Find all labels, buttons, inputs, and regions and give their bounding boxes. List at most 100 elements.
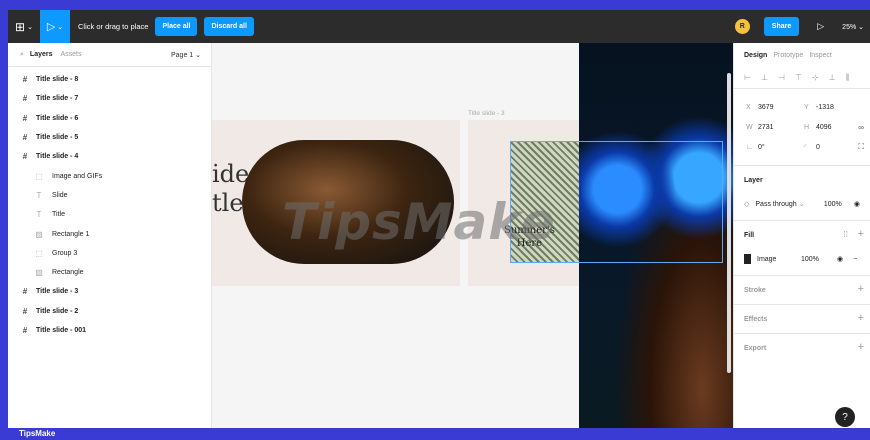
design-panel: Design Prototype Inspect ⊢ ⊥ ⊣ ⊤ ⊹ ⊥ ⫼ X… bbox=[733, 43, 870, 428]
layer-item-label: Title bbox=[52, 211, 65, 219]
layer-item[interactable]: ⬚ Group 3 bbox=[8, 244, 211, 263]
text-icon: T bbox=[36, 190, 42, 200]
image-icon: ▨ bbox=[35, 268, 43, 278]
fill-styles-icon[interactable]: ⁞⁞ bbox=[844, 230, 848, 239]
xy-row: X 3679 Y -1318 bbox=[734, 97, 870, 117]
layer-item-label: Title slide - 7 bbox=[36, 95, 79, 103]
tab-assets[interactable]: Assets bbox=[61, 51, 82, 58]
watermark: TipsMake bbox=[282, 193, 556, 251]
help-button[interactable]: ? bbox=[835, 407, 855, 427]
y-field[interactable]: -1318 bbox=[816, 104, 862, 111]
layer-item[interactable]: # Title slide - 8 bbox=[8, 70, 211, 89]
layer-item-label: Title slide - 8 bbox=[36, 76, 79, 84]
layer-item[interactable]: # Title slide - 2 bbox=[8, 302, 211, 321]
tab-prototype[interactable]: Prototype bbox=[773, 52, 803, 59]
fill-section: Fill ⁞⁞ + Image 100% ◉ − bbox=[734, 220, 870, 275]
align-top-icon[interactable]: ⊤ bbox=[795, 73, 802, 82]
rotation-icon: ∟ bbox=[746, 143, 753, 151]
frame-icon: # bbox=[22, 152, 28, 162]
rotation-row: ∟ 0° ◜ 0 ⛶ bbox=[734, 137, 870, 157]
move-tool-icon[interactable]: ▷ ⌄ bbox=[40, 10, 70, 43]
image-fill-swatch[interactable] bbox=[744, 254, 751, 264]
constrain-proportions-icon[interactable]: ∞ bbox=[858, 123, 864, 132]
fill-opacity-field[interactable]: 100% bbox=[801, 256, 837, 263]
footer-bar: TipsMake bbox=[0, 428, 870, 440]
place-all-button[interactable]: Place all bbox=[155, 17, 198, 36]
main-menu-icon[interactable]: ⊞ ⌄ bbox=[8, 10, 40, 43]
layer-item[interactable]: # Title slide - 7 bbox=[8, 89, 211, 108]
alignment-tools: ⊢ ⊥ ⊣ ⊤ ⊹ ⊥ ⫼ bbox=[734, 67, 870, 89]
figma-window: ⊞ ⌄ ▷ ⌄ Click or drag to place Place all D… bbox=[8, 10, 870, 428]
group-icon: ⬚ bbox=[35, 248, 43, 258]
eye-icon[interactable]: ◉ bbox=[854, 200, 860, 208]
frame-icon: # bbox=[22, 94, 28, 104]
remove-fill-icon[interactable]: − bbox=[853, 256, 857, 263]
layer-item[interactable]: T Slide bbox=[8, 186, 211, 205]
place-hint: Click or drag to place bbox=[78, 22, 149, 31]
frame-icon: # bbox=[22, 287, 28, 297]
align-left-icon[interactable]: ⊢ bbox=[744, 73, 751, 82]
layer-item[interactable]: # Title slide - 3 bbox=[8, 282, 211, 301]
export-section-title: Export bbox=[744, 344, 767, 352]
canvas[interactable]: ide tle Title slide - 3 Summer's Here Ti… bbox=[212, 43, 733, 428]
layer-item[interactable]: # Title slide - 6 bbox=[8, 109, 211, 128]
x-field[interactable]: 3679 bbox=[758, 104, 804, 111]
align-middle-icon[interactable]: ⊹ bbox=[812, 73, 819, 82]
effects-section: Effects + bbox=[734, 304, 870, 333]
layer-item[interactable]: ⬚ Image and GIFs bbox=[8, 166, 211, 185]
layer-item-label: Group 3 bbox=[52, 249, 78, 257]
layer-item-label: Title slide - 3 bbox=[36, 288, 79, 296]
layer-item[interactable]: # Title slide - 5 bbox=[8, 128, 211, 147]
w-field[interactable]: 2731 bbox=[758, 124, 804, 131]
layer-item[interactable]: ▨ Rectangle 1 bbox=[8, 224, 211, 243]
page-selector[interactable]: Page 1 ⌄ bbox=[171, 51, 201, 59]
layer-item-label: Rectangle 1 bbox=[52, 230, 90, 238]
corner-radius-field[interactable]: 0 bbox=[816, 144, 862, 151]
layer-item-label: Title slide - 2 bbox=[36, 307, 79, 315]
layer-row: ◇ Pass through ⌄ 100% ◉ bbox=[744, 194, 860, 214]
layer-opacity-field[interactable]: 100% bbox=[824, 201, 848, 208]
share-button[interactable]: Share bbox=[763, 17, 800, 36]
layer-item[interactable]: T Title bbox=[8, 205, 211, 224]
tab-inspect[interactable]: Inspect bbox=[809, 52, 832, 59]
align-bottom-icon[interactable]: ⊥ bbox=[829, 73, 836, 82]
tab-layers[interactable]: Layers bbox=[30, 51, 53, 58]
h-field[interactable]: 4096 bbox=[816, 124, 862, 131]
layers-panel-header: ⌕ Layers Assets Page 1 ⌄ bbox=[8, 43, 211, 67]
avatar[interactable]: R bbox=[734, 19, 750, 34]
search-icon[interactable]: ⌕ bbox=[20, 51, 24, 59]
tab-design[interactable]: Design bbox=[744, 52, 767, 59]
text-icon: T bbox=[36, 210, 42, 220]
h-label: H bbox=[804, 123, 810, 131]
layer-item-label: Rectangle bbox=[52, 269, 84, 277]
vertical-scrollbar[interactable] bbox=[727, 73, 731, 373]
frame-icon: # bbox=[22, 113, 28, 123]
wh-row: W 2731 H 4096 ∞ bbox=[734, 117, 870, 137]
add-export-icon[interactable]: + bbox=[858, 341, 864, 353]
blend-mode-icon: ◇ bbox=[744, 201, 750, 208]
align-right-icon[interactable]: ⊣ bbox=[778, 73, 785, 82]
layer-item-label: Title slide - 4 bbox=[36, 153, 79, 161]
layer-item[interactable]: # Title slide - 4 bbox=[8, 147, 211, 166]
zoom-level[interactable]: 25% ⌄ bbox=[842, 23, 864, 31]
present-play-icon[interactable]: ▷ bbox=[817, 21, 824, 32]
fill-type[interactable]: Image bbox=[757, 256, 801, 263]
toolbar: ⊞ ⌄ ▷ ⌄ Click or drag to place Place all D… bbox=[8, 10, 870, 43]
layer-list: # Title slide - 8 # Title slide - 7 # Title s… bbox=[8, 67, 211, 340]
discard-all-button[interactable]: Discard all bbox=[204, 17, 254, 36]
align-center-icon[interactable]: ⊥ bbox=[761, 73, 768, 82]
fill-visibility-icon[interactable]: ◉ bbox=[837, 255, 843, 263]
layer-item[interactable]: # Title slide - 001 bbox=[8, 321, 211, 340]
distribute-icon[interactable]: ⫼ bbox=[846, 73, 850, 83]
independent-corners-icon[interactable]: ⛶ bbox=[858, 142, 864, 152]
corner-radius-icon: ◜ bbox=[804, 144, 807, 151]
add-fill-icon[interactable]: + bbox=[858, 228, 864, 240]
blend-mode-select[interactable]: Pass through ⌄ bbox=[755, 200, 823, 208]
group-icon: ⬚ bbox=[35, 171, 43, 181]
rotation-field[interactable]: 0° bbox=[758, 144, 804, 151]
frame-icon: # bbox=[22, 306, 28, 316]
frame-icon: # bbox=[22, 326, 28, 335]
add-effect-icon[interactable]: + bbox=[858, 312, 864, 324]
add-stroke-icon[interactable]: + bbox=[858, 283, 864, 295]
layer-item[interactable]: ▨ Rectangle bbox=[8, 263, 211, 282]
